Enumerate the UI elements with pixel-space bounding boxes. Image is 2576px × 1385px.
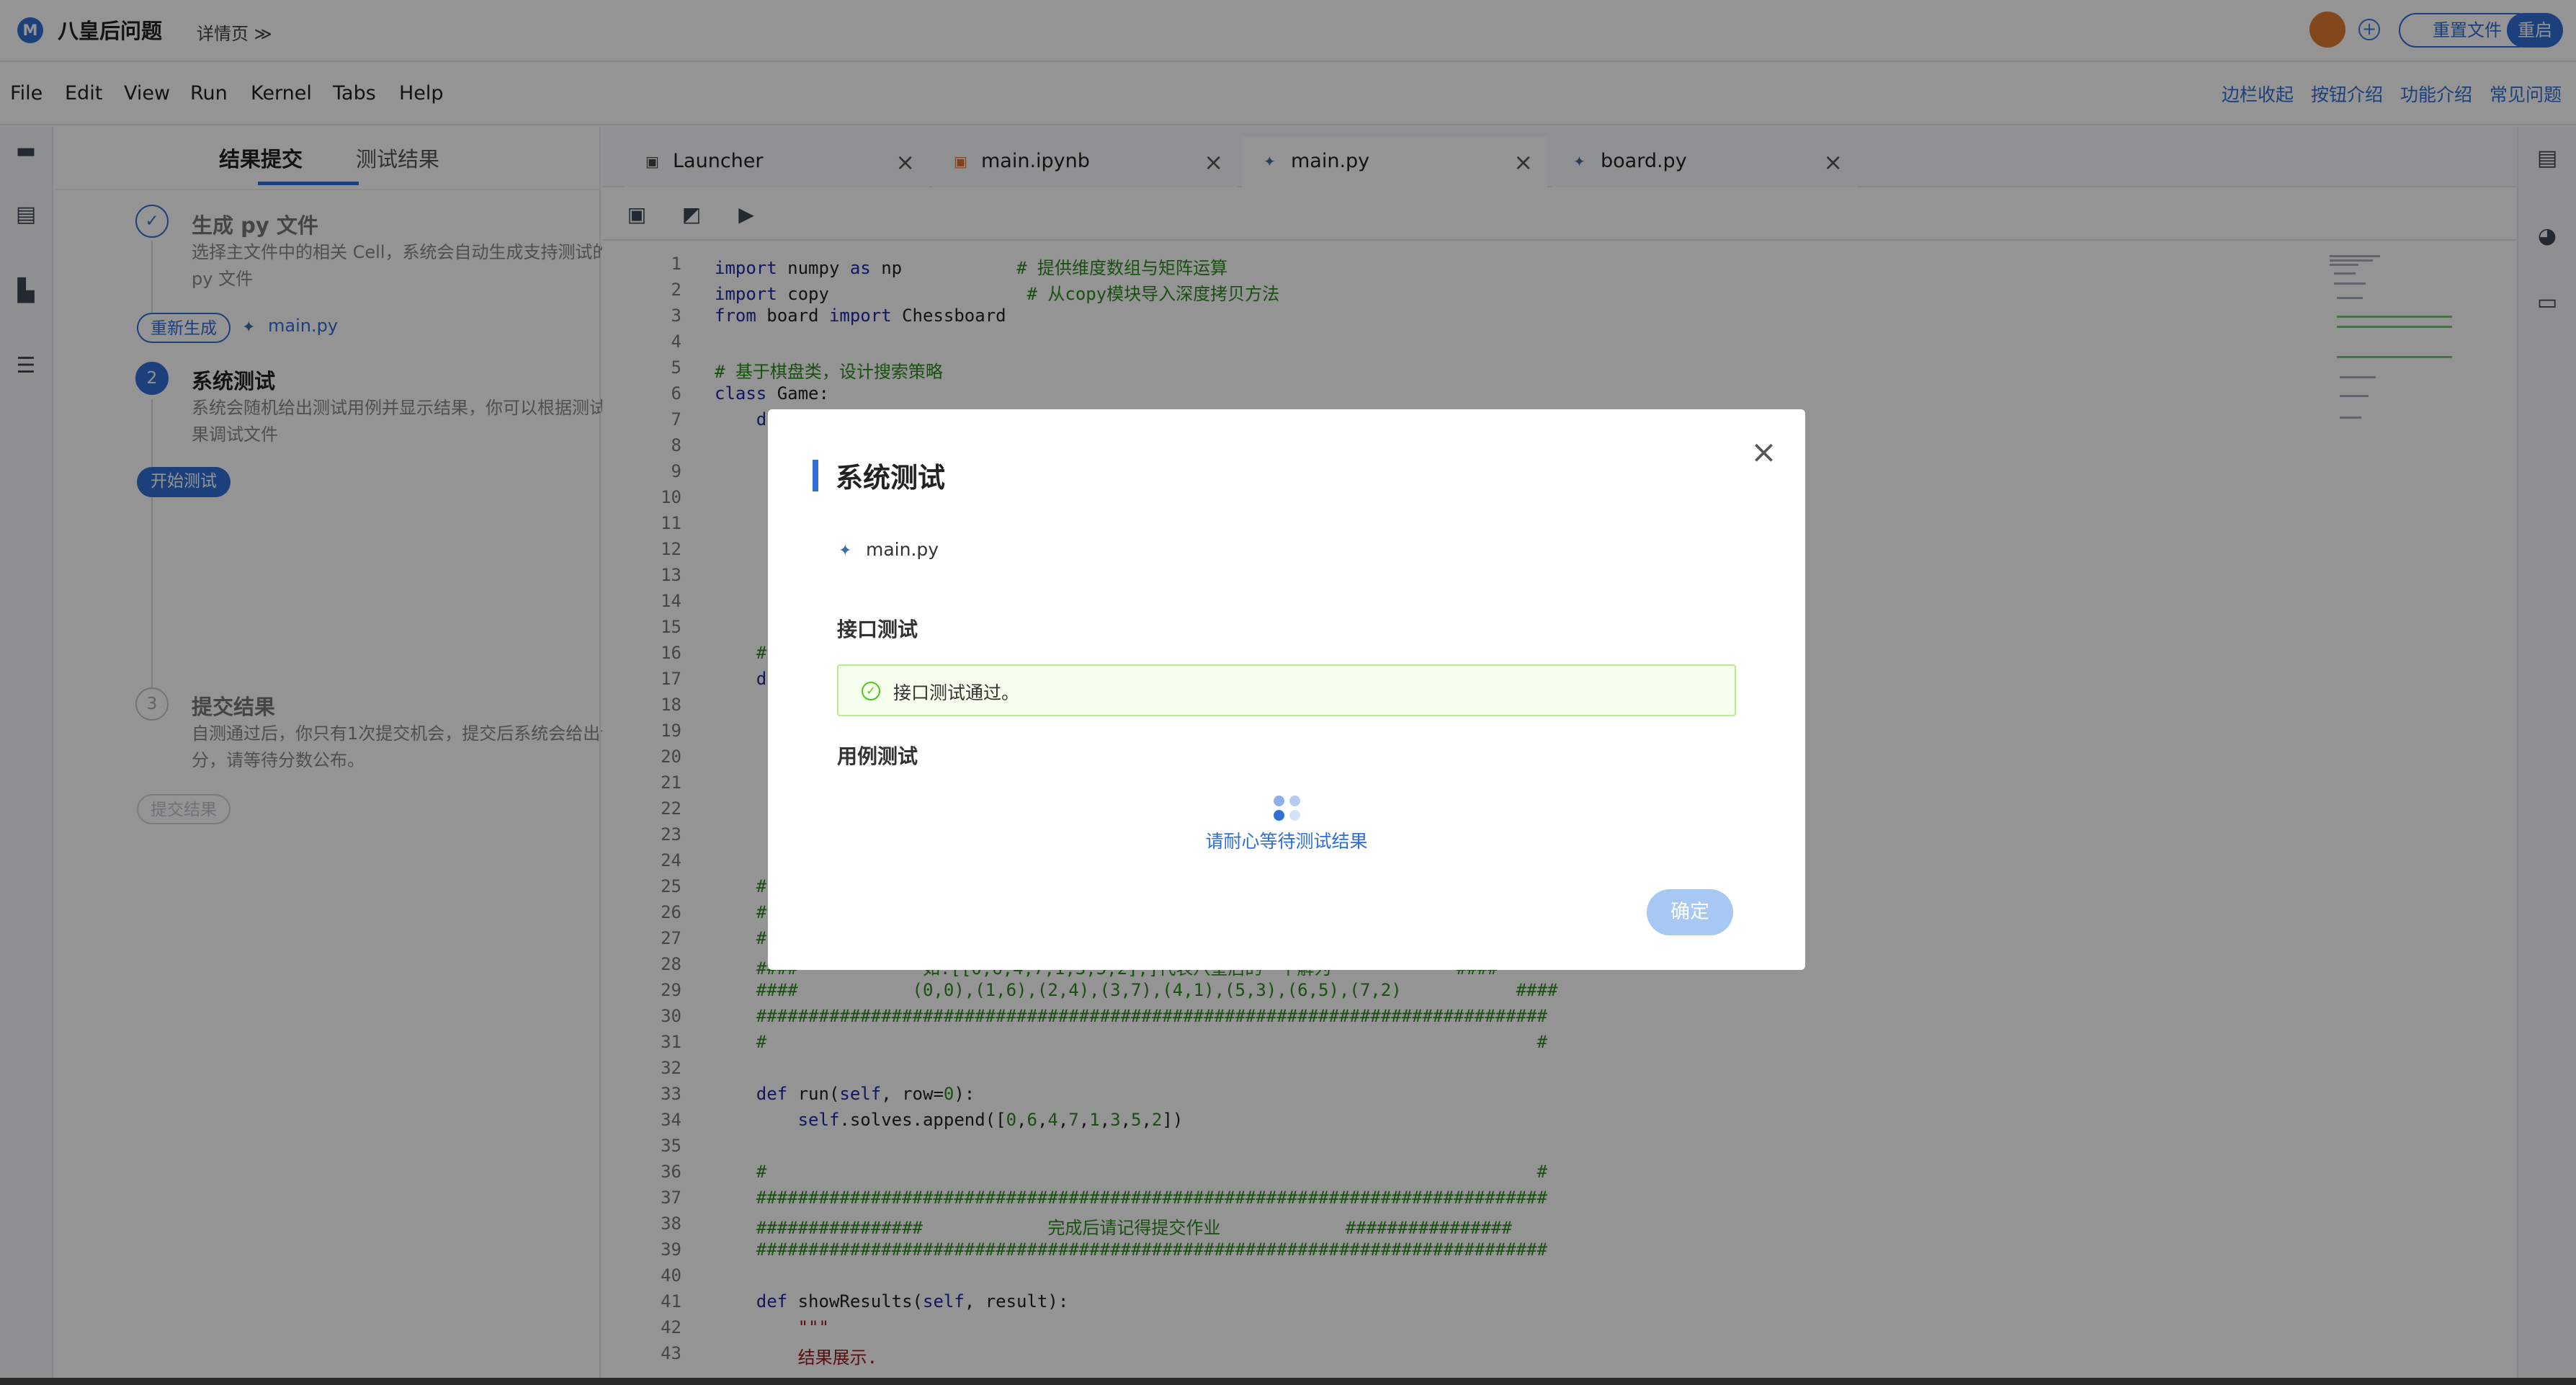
system-test-dialog: 系统测试 × ✦ main.py 接口测试 ✓ 接口测试通过。 用例测试 请耐心… <box>768 409 1805 970</box>
confirm-button[interactable]: 确定 <box>1647 889 1733 935</box>
interface-test-result: ✓ 接口测试通过。 <box>837 664 1736 716</box>
interface-test-heading: 接口测试 <box>837 618 918 641</box>
spinner-dot <box>1289 796 1300 806</box>
case-test-heading: 用例测试 <box>837 744 918 768</box>
test-file-name: main.py <box>866 539 939 560</box>
python-icon: ✦ <box>838 542 852 560</box>
waiting-message: 请耐心等待测试结果 <box>1205 831 1368 852</box>
loading-spinner-icon <box>1272 793 1304 824</box>
status-bar <box>0 1378 2576 1385</box>
interface-test-message: 接口测试通过。 <box>893 682 1020 703</box>
spinner-dot <box>1274 810 1284 821</box>
check-circle-icon: ✓ <box>862 682 880 700</box>
spinner-dot <box>1289 810 1300 821</box>
dialog-title: 系统测试 <box>836 462 946 494</box>
title-accent-bar <box>813 460 818 491</box>
close-icon[interactable]: × <box>1750 434 1777 471</box>
spinner-dot <box>1274 796 1284 806</box>
